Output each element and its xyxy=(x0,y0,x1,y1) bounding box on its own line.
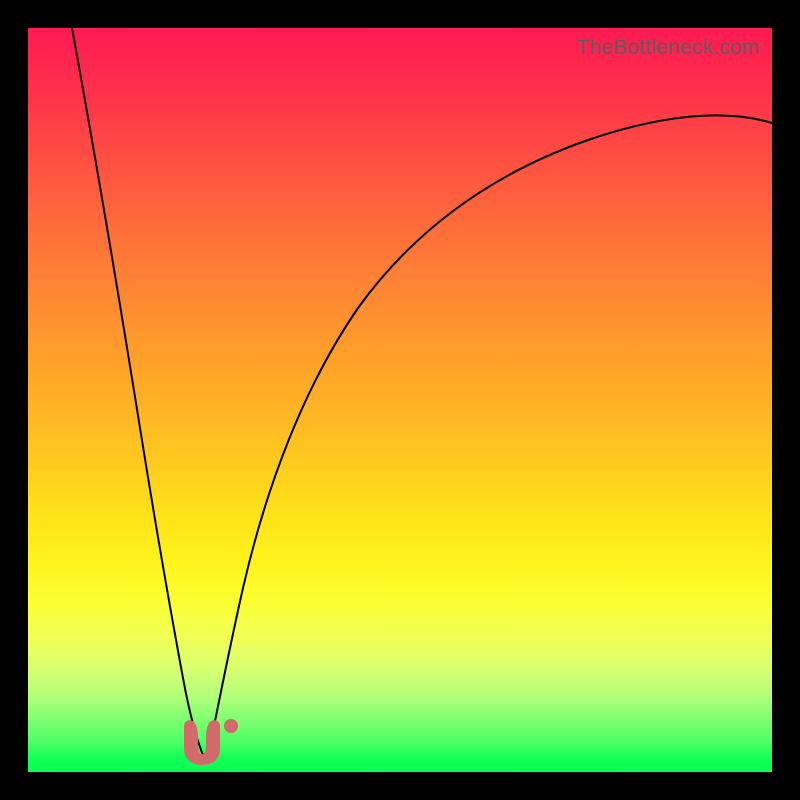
curve-left-branch xyxy=(72,28,203,755)
chart-frame: TheBottleneck.com xyxy=(0,0,800,800)
min-marker-dot xyxy=(224,719,238,733)
chart-plot-area: TheBottleneck.com xyxy=(28,28,772,772)
min-marker-u xyxy=(184,720,220,765)
chart-curves-svg xyxy=(28,28,772,772)
min-marker xyxy=(184,719,238,765)
curve-right-branch xyxy=(208,115,772,755)
